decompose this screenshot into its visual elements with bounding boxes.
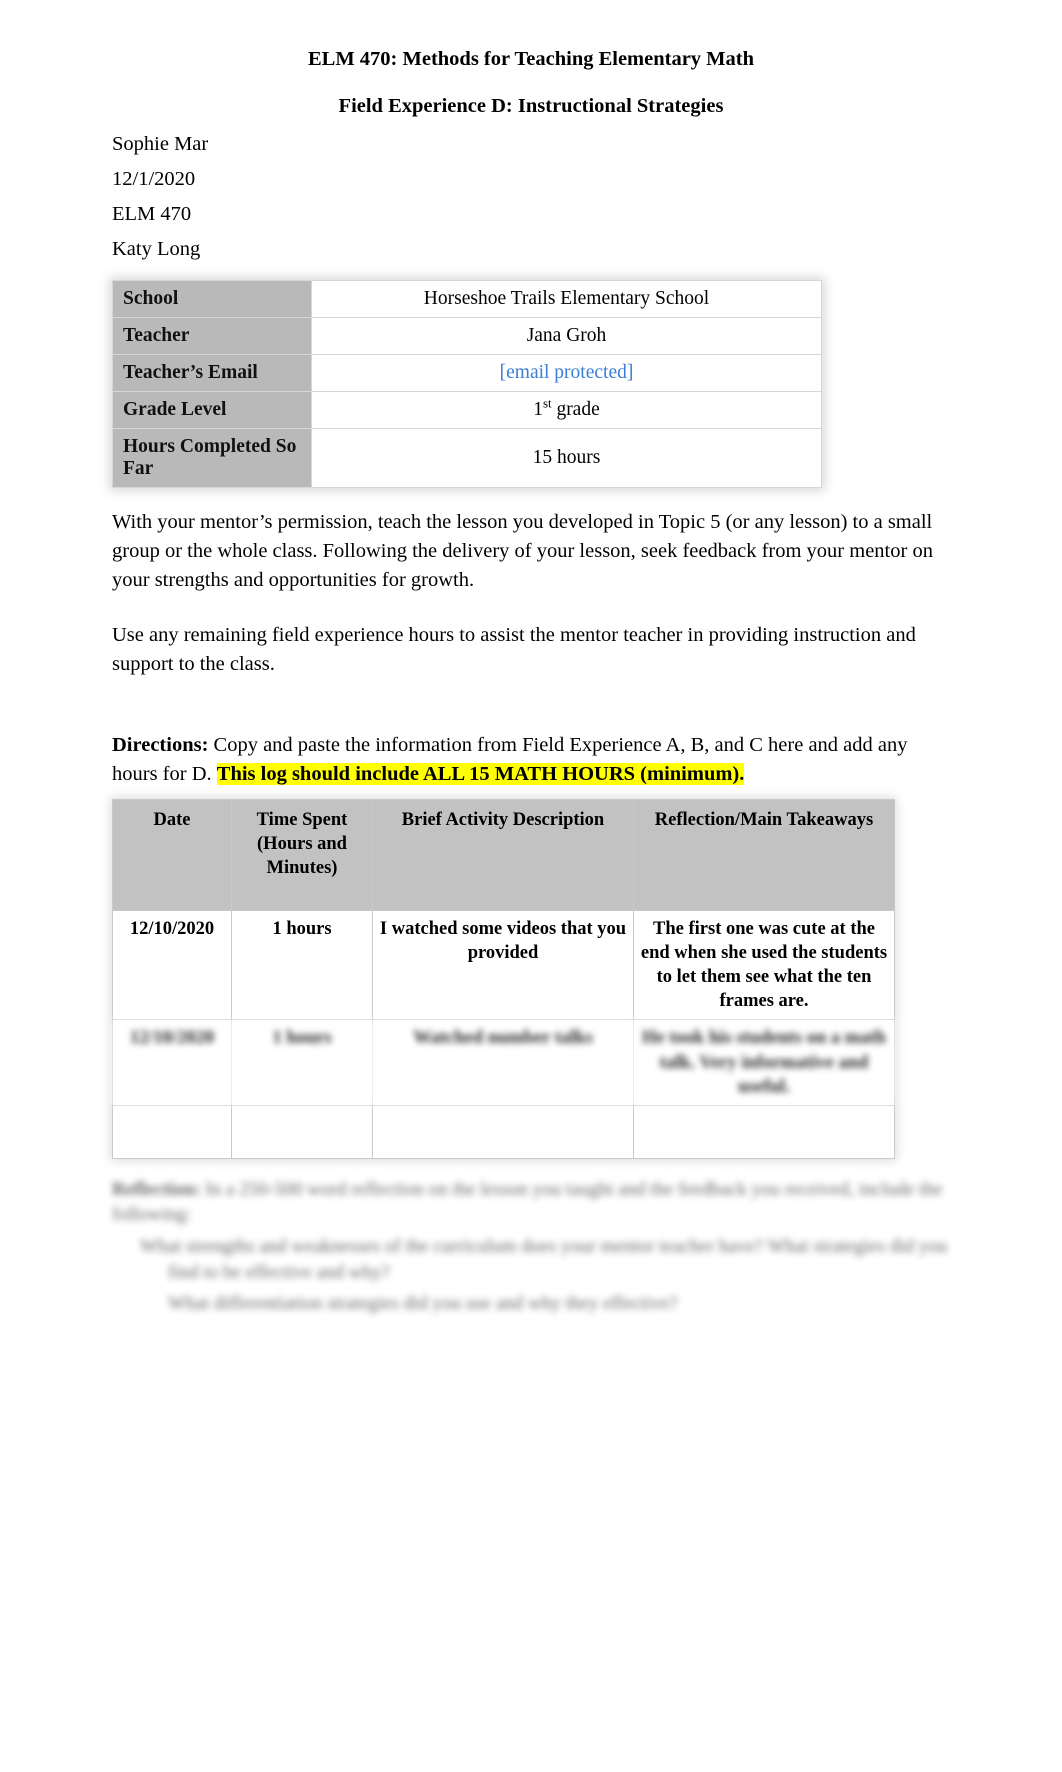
directions-label: Directions:: [112, 734, 209, 757]
reflection-footer-block: Reflection: In a 250-500 word reflection…: [112, 1177, 950, 1317]
info-label-school: School: [112, 279, 312, 318]
table-row: Teacher’s Email [email protected]: [112, 353, 822, 392]
cell-description: Watched number talks: [372, 1019, 634, 1106]
cell-reflection: He took his students on a math talk. Ver…: [633, 1019, 895, 1106]
student-name: Sophie Mar: [112, 132, 209, 155]
directions-highlight: This log should include ALL 15 MATH HOUR…: [216, 763, 745, 786]
info-value-teacher-email: [email protected]: [311, 353, 822, 392]
instructions-paragraph-1: With your mentor’s permission, teach the…: [112, 510, 933, 591]
document-content: ELM 470: Methods for Teaching Elementary…: [112, 44, 950, 1323]
field-experience-log-table: Date Time Spent (Hours and Minutes) Brie…: [112, 799, 895, 1159]
instructions-paragraph-2: Use any remaining field experience hours…: [112, 623, 916, 675]
reflection-label: Reflection:: [112, 1178, 201, 1200]
cell-date: 12/10/2020: [112, 910, 232, 1021]
table-row: 12/10/2020 1 hours Watched number talks …: [112, 1019, 895, 1106]
info-value-teacher: Jana Groh: [311, 316, 822, 355]
cell-description: I watched some videos that you provided: [372, 910, 634, 1021]
info-value-grade-level: 1st grade: [311, 390, 822, 429]
cell-time: 1 hours: [231, 910, 373, 1021]
reflection-intro: Reflection: In a 250-500 word reflection…: [112, 1177, 950, 1228]
document-subtitle: Field Experience D: Instructional Strate…: [338, 94, 724, 117]
table-row: School Horseshoe Trails Elementary Schoo…: [112, 279, 822, 318]
table-row: [112, 1104, 895, 1159]
table-row: 12/10/2020 1 hours I watched some videos…: [112, 910, 895, 1021]
grade-ordinal-suffix: st: [542, 396, 552, 410]
table-header-row: Date Time Spent (Hours and Minutes) Brie…: [112, 799, 895, 912]
email-link[interactable]: [email protected]: [500, 362, 634, 383]
cell-time: 1 hours: [231, 1019, 373, 1106]
table-row: Grade Level 1st grade: [112, 390, 822, 429]
time-header-line-3: Minutes): [266, 858, 338, 879]
table-row: Hours Completed So Far 15 hours: [112, 427, 822, 488]
cell-date: [112, 1104, 232, 1159]
column-header-reflection: Reflection/Main Takeaways: [633, 799, 895, 912]
submission-date: 12/1/2020: [112, 167, 196, 190]
header-meta-block: Sophie Mar 12/1/2020 ELM 470 Katy Long: [112, 127, 950, 268]
grade-word: grade: [551, 398, 600, 420]
cell-reflection: The first one was cute at the end when s…: [633, 910, 895, 1021]
time-header-line-1: Time Spent: [256, 810, 348, 831]
info-label-grade-level: Grade Level: [112, 390, 312, 429]
column-header-date: Date: [112, 799, 232, 912]
info-label-teacher: Teacher: [112, 316, 312, 355]
reflection-bullet-1: What strengths and weaknesses of the cur…: [140, 1235, 948, 1283]
cell-time: [231, 1104, 373, 1159]
table-row: Teacher Jana Groh: [112, 316, 822, 355]
grade-number: 1: [533, 398, 543, 420]
reflection-bullet-2: What differentiation strategies did you …: [168, 1293, 678, 1315]
directions-paragraph: Directions: Copy and paste the informati…: [112, 731, 950, 789]
document-title: ELM 470: Methods for Teaching Elementary…: [307, 48, 755, 70]
cell-reflection: [633, 1104, 895, 1159]
time-header-line-2: (Hours and: [257, 834, 347, 855]
cell-date: 12/10/2020: [112, 1019, 232, 1106]
instructor-name: Katy Long: [112, 238, 201, 261]
column-header-time-spent: Time Spent (Hours and Minutes): [231, 799, 373, 912]
document-page: ELM 470: Methods for Teaching Elementary…: [0, 0, 1062, 1772]
info-value-hours-completed: 15 hours: [311, 427, 822, 488]
placement-info-table: School Horseshoe Trails Elementary Schoo…: [112, 279, 822, 488]
info-label-teacher-email: Teacher’s Email: [112, 353, 312, 392]
course-code: ELM 470: [112, 203, 192, 225]
column-header-description: Brief Activity Description: [372, 799, 634, 912]
info-value-school: Horseshoe Trails Elementary School: [311, 279, 822, 318]
reflection-intro-text: In a 250-500 word reflection on the less…: [112, 1178, 943, 1226]
cell-description: [372, 1104, 634, 1159]
info-label-hours-completed: Hours Completed So Far: [112, 427, 312, 488]
